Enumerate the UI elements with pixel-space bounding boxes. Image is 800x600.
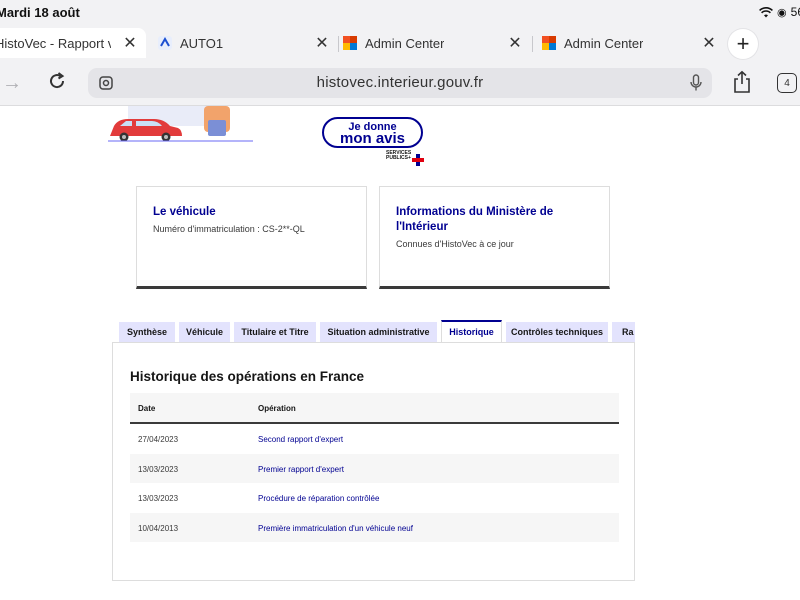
table-row: 13/03/2023 Procédure de réparation contr…: [130, 483, 619, 513]
row-operation: Second rapport d'expert: [258, 435, 344, 444]
browser-tab-admin-center-1[interactable]: Admin Center ✕: [339, 28, 531, 58]
table-row: 13/03/2023 Premier rapport d'expert: [130, 453, 619, 483]
row-operation: Premier rapport d'expert: [258, 464, 345, 474]
url-text[interactable]: histovec.interieur.gouv.fr: [88, 74, 712, 91]
browser-tab-auto1[interactable]: AUTO1 ✕: [146, 28, 338, 58]
microphone-icon[interactable]: [690, 74, 702, 92]
close-tab-icon[interactable]: ✕: [507, 35, 523, 52]
ministry-card-title-line2: l'Intérieur: [396, 221, 448, 233]
tab-titulaire[interactable]: Titulaire et Titre: [234, 322, 316, 342]
battery-level: 56: [790, 5, 800, 19]
reload-icon[interactable]: [46, 70, 68, 92]
tab-situation-administrative[interactable]: Situation administrative: [320, 322, 437, 342]
history-title: Historique des opérations en France: [130, 369, 365, 384]
row-date: 13/03/2023: [138, 494, 179, 503]
table-header: Date Opération: [130, 393, 619, 424]
row-date: 10/04/2013: [138, 523, 179, 533]
browser-tab-label: HistoVec - Rapport vendeur: [0, 35, 111, 51]
row-operation: Procédure de réparation contrôlée: [258, 494, 380, 503]
page-content: Je donne mon avis SERVICES PUBLICS+ Le v…: [0, 106, 800, 600]
tab-strip: HistoVec - Rapport vendeur ✕ AUTO1 ✕ Adm…: [0, 28, 800, 59]
plus-logo-icon: [412, 153, 424, 166]
vehicle-card-plate: Numéro d'immatriculation : CS-2**-QL: [153, 224, 305, 234]
office-icon: [542, 36, 556, 50]
table-row: 10/04/2013 Première immatriculation d'un…: [130, 512, 619, 542]
column-header-operation: Opération: [258, 404, 296, 413]
tab-historique[interactable]: Historique: [441, 320, 502, 342]
new-tab-button[interactable]: +: [728, 29, 758, 59]
close-tab-icon[interactable]: ✕: [701, 35, 717, 52]
ministry-card: Informations du Ministère de l'Intérieur…: [379, 186, 610, 289]
ministry-card-title: Informations du Ministère de l'Intérieur: [396, 205, 553, 235]
row-operation: Première immatriculation d'un véhicule n…: [258, 523, 413, 533]
tab-controles-techniques[interactable]: Contrôles techniques: [506, 322, 608, 342]
vehicle-card-title: Le véhicule: [153, 206, 216, 218]
browser-toolbar: → histovec.interieur.gouv.fr 4: [0, 64, 800, 102]
close-tab-icon[interactable]: ✕: [122, 35, 138, 52]
ministry-card-title-line1: Informations du Ministère de: [396, 206, 554, 218]
history-table: Date Opération 27/04/2023 Second rapport…: [130, 393, 619, 542]
ministry-card-desc: Connues d'HistoVec à ce jour: [396, 239, 514, 249]
car-illustration: [108, 106, 253, 142]
vehicle-card: Le véhicule Numéro d'immatriculation : C…: [136, 186, 367, 289]
browser-tab-label: Admin Center: [365, 35, 445, 51]
status-icons: ◉ 56: [759, 5, 800, 19]
row-date: 13/03/2023: [138, 464, 179, 474]
office-icon: [343, 36, 357, 50]
share-icon[interactable]: [732, 70, 752, 94]
tab-synthese[interactable]: Synthèse: [119, 322, 175, 342]
browser-chrome: Mardi 18 août ◉ 56 HistoVec - Rapport ve…: [0, 0, 800, 106]
location-icon: ◉: [777, 6, 787, 19]
report-tabs: Synthèse Véhicule Titulaire et Titre Sit…: [119, 320, 635, 342]
auto1-icon: [158, 36, 172, 50]
table-row: 27/04/2023 Second rapport d'expert: [130, 424, 619, 454]
feedback-line2: mon avis: [339, 130, 406, 147]
forward-arrow-icon[interactable]: →: [2, 72, 22, 95]
row-date: 27/04/2023: [138, 435, 179, 444]
history-panel: Historique des opérations en France Date…: [112, 342, 635, 581]
tab-overview-button[interactable]: 4: [777, 73, 797, 93]
status-bar: Mardi 18 août ◉ 56: [0, 0, 800, 26]
wifi-icon: [759, 6, 773, 18]
column-header-date: Date: [138, 404, 156, 413]
close-tab-icon[interactable]: ✕: [314, 35, 330, 52]
address-bar[interactable]: histovec.interieur.gouv.fr: [88, 68, 712, 98]
browser-tab-label: AUTO1: [180, 35, 224, 51]
feedback-badge[interactable]: Je donne mon avis SERVICES PUBLICS+: [322, 117, 424, 169]
feedback-pill[interactable]: Je donne mon avis: [322, 117, 423, 148]
browser-tab-histovec[interactable]: HistoVec - Rapport vendeur ✕: [0, 28, 146, 58]
tab-rapport[interactable]: Ra: [612, 322, 635, 342]
status-time: Mardi 18 août: [0, 5, 80, 20]
browser-tab-label: Admin Center: [564, 35, 644, 51]
browser-tab-admin-center-2[interactable]: Admin Center ✕: [533, 28, 725, 58]
tab-vehicule[interactable]: Véhicule: [179, 322, 230, 342]
